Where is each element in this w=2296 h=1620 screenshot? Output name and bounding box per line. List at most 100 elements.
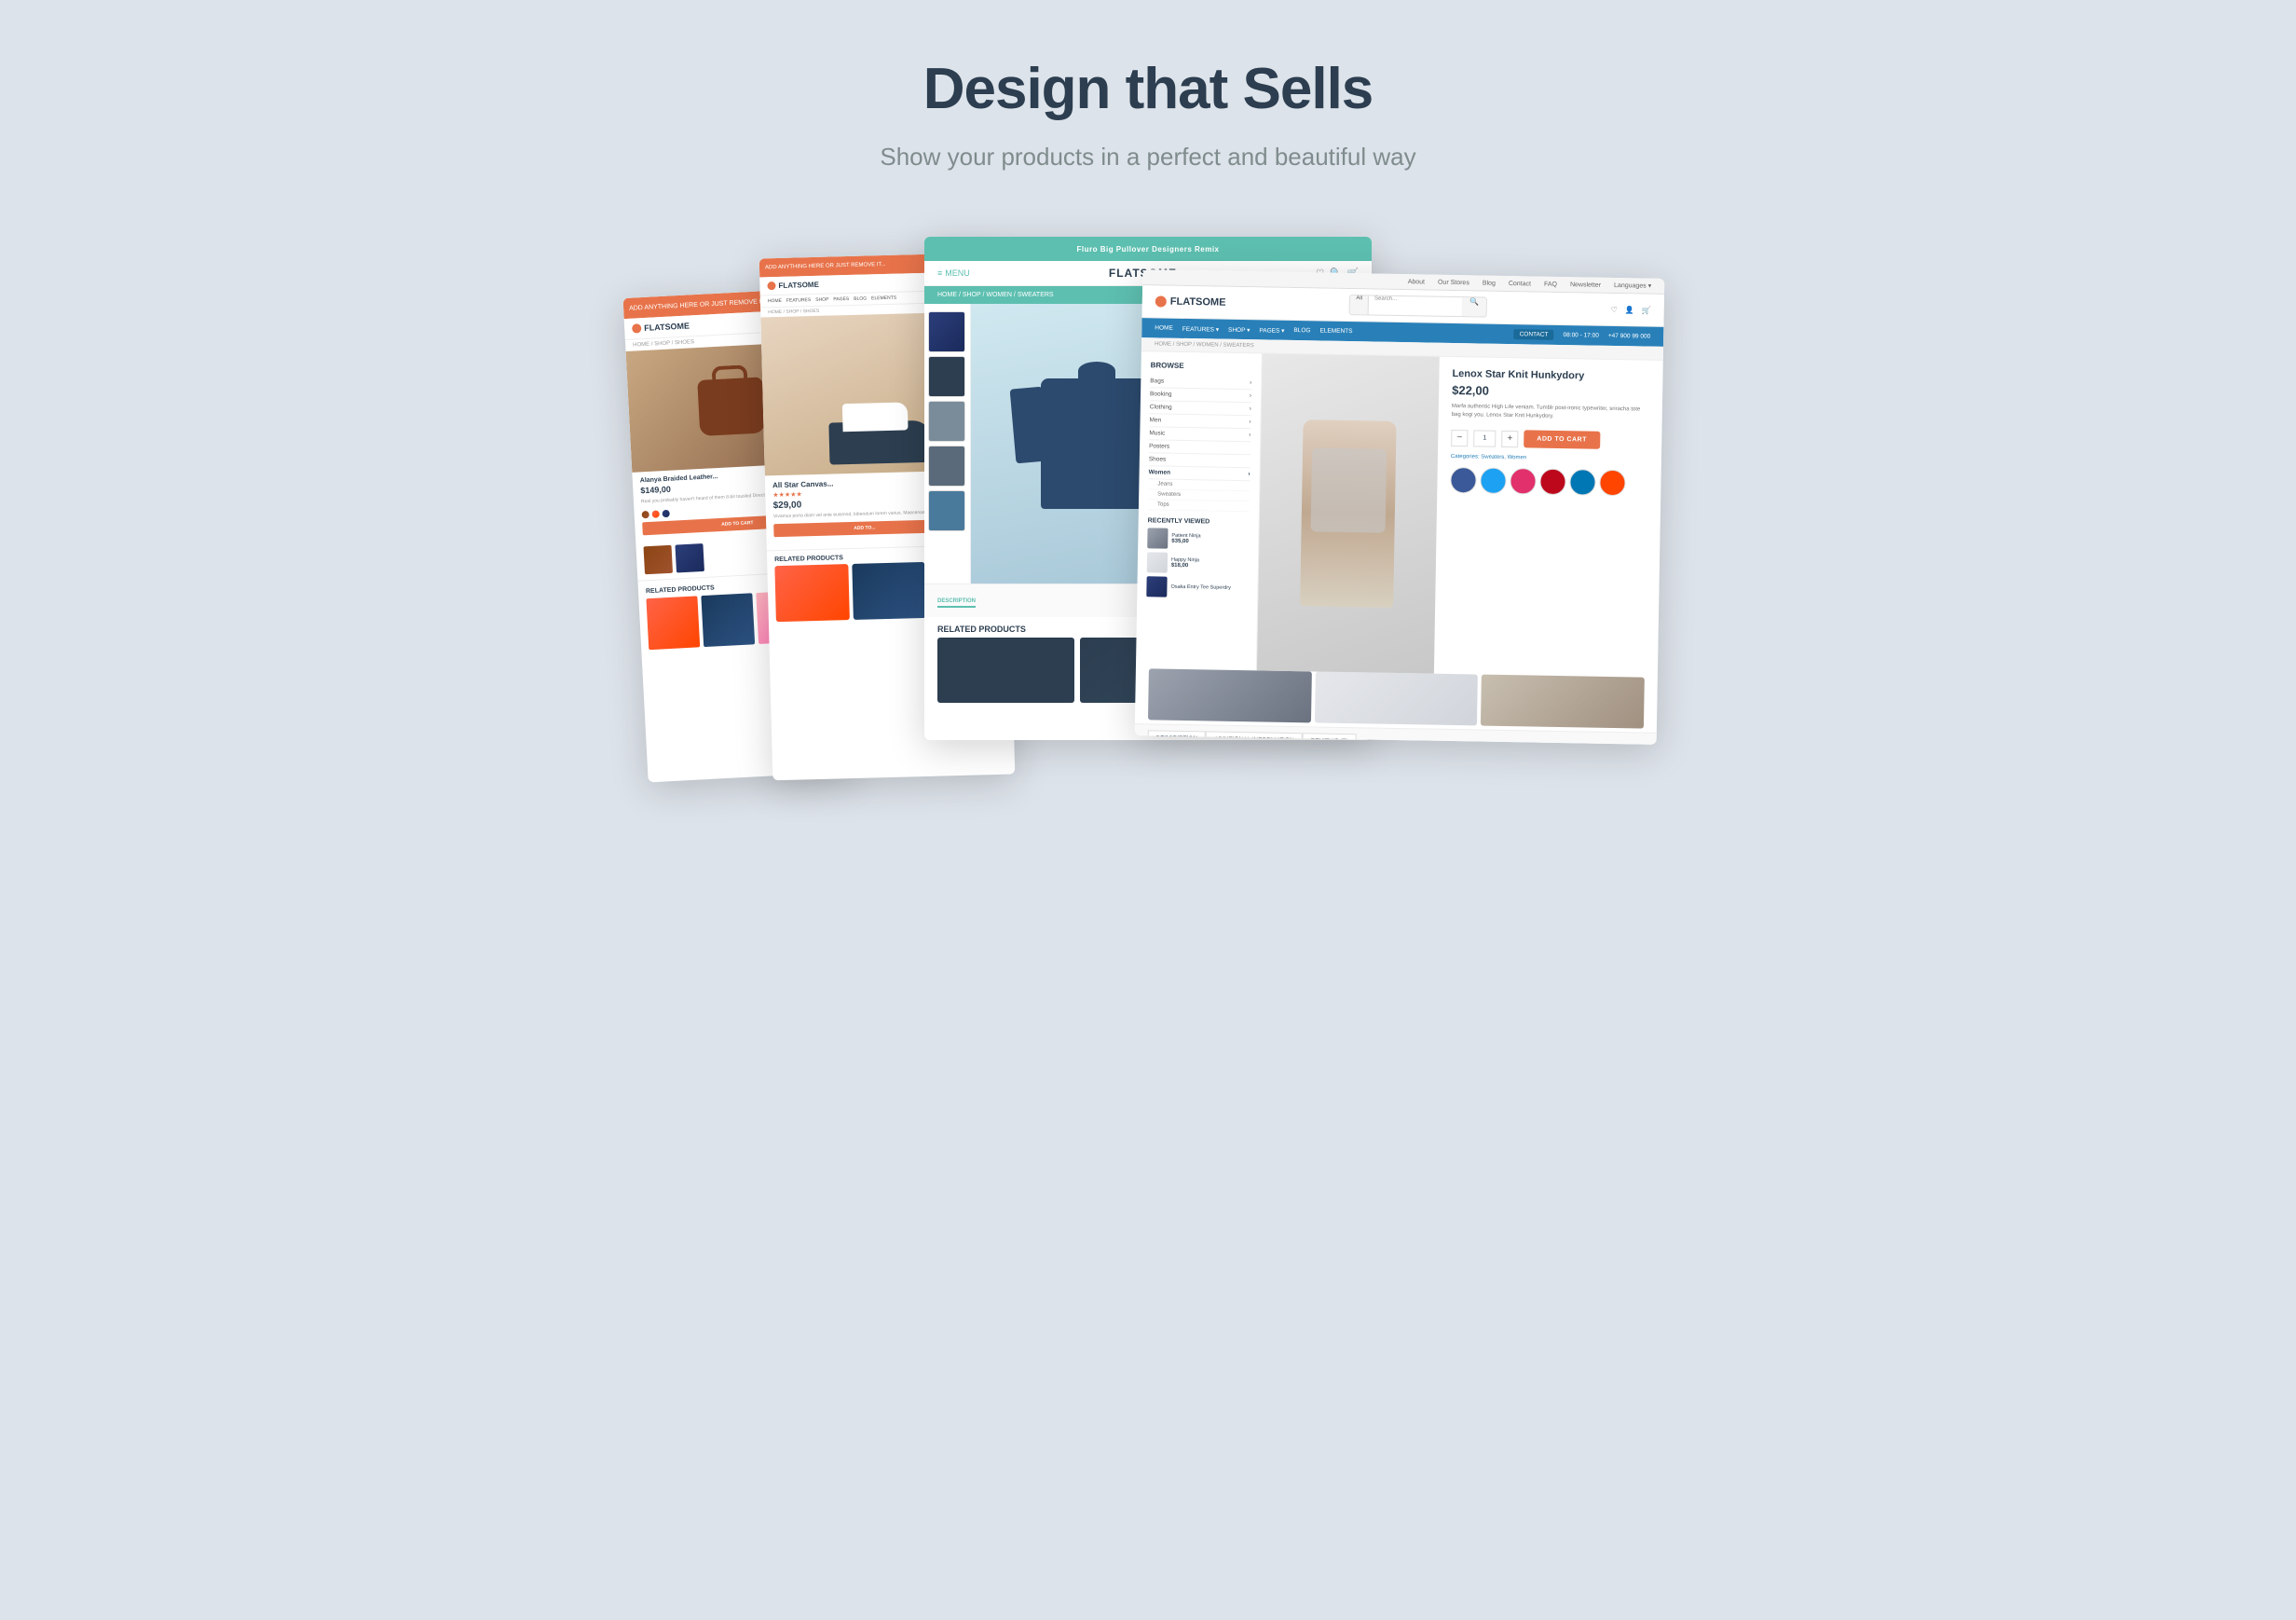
s1-related-2 — [701, 593, 755, 647]
s4-search-input[interactable]: Search... — [1369, 295, 1462, 316]
s1-thumb-1 — [644, 545, 674, 575]
s4-newsletter-link[interactable]: Newsletter — [1570, 281, 1601, 289]
s4-social-thumbs — [1450, 467, 1647, 497]
s2-logo: FLATSOME — [767, 281, 819, 290]
s4-phone: +47 900 99 000 — [1608, 333, 1650, 340]
s3-banner-text: Fluro Big Pullover Designers Remix — [1076, 245, 1219, 254]
s4-stores-link[interactable]: Our Stores — [1438, 279, 1469, 286]
s4-qty-row: − 1 + ADD TO CART — [1451, 429, 1648, 450]
s3-thumb-3[interactable] — [928, 401, 965, 442]
s3-menu-lines: ≡ — [937, 268, 942, 278]
s4-search-select[interactable]: All — [1350, 295, 1369, 314]
s4-search-button[interactable]: 🔍 — [1462, 297, 1486, 316]
s4-sweater-overlay — [1311, 447, 1387, 532]
s4-ig-icon[interactable] — [1510, 468, 1536, 494]
s3-topbar: Fluro Big Pullover Designers Remix — [924, 237, 1372, 261]
s2-topbar-text: ADD ANYTHING HERE OR JUST REMOVE IT... — [765, 262, 886, 270]
s4-cart-icon[interactable]: 🛒 — [1642, 306, 1651, 314]
s4-categories-values[interactable]: Sweaters, Women — [1481, 455, 1526, 461]
s4-languages-link[interactable]: Languages ▾ — [1614, 281, 1651, 290]
s3-menu-label: MENU — [945, 268, 970, 278]
s3-thumb-1[interactable] — [928, 311, 965, 352]
s4-model-shape — [1300, 419, 1396, 608]
s1-logo-text: FLATSOME — [644, 321, 690, 333]
s4-user-icon[interactable]: 👤 — [1625, 306, 1634, 314]
s3-thumbnails — [924, 304, 971, 583]
s4-nav-elements[interactable]: ELEMENTS — [1319, 327, 1352, 335]
s4-recent-price-2: $18,00 — [1171, 563, 1249, 570]
s4-product-price: $22,00 — [1452, 383, 1649, 401]
s4-recently-title: RECENTLY VIEWED — [1148, 517, 1250, 526]
s4-prod-img-3[interactable] — [1481, 675, 1645, 729]
s1-related-1 — [646, 596, 700, 650]
s2-nav-shop: SHOP — [815, 297, 828, 303]
s2-nav-home: HOME — [768, 298, 782, 304]
s1-color-dot-orange — [652, 510, 660, 517]
s4-search-area: All Search... 🔍 — [1349, 295, 1487, 318]
s4-nav-shop[interactable]: SHOP ▾ — [1228, 325, 1250, 333]
sidebar-subitem-tops[interactable]: Tops — [1148, 500, 1250, 512]
screens-showcase: ADD ANYTHING HERE OR JUST REMOVE IT... F… — [636, 237, 1660, 777]
s2-nav-features: FEATURES — [786, 297, 811, 304]
s4-nav-blog[interactable]: BLOG — [1293, 327, 1310, 334]
page-title: Design that Sells — [923, 56, 1374, 122]
s4-logo-text: FLATSOME — [1170, 296, 1226, 309]
s4-sidebar: BROWSE Bags› Booking› Clothing› Men› Mus… — [1136, 351, 1263, 670]
s3-thumb-4[interactable] — [928, 446, 965, 487]
s4-nav-pages[interactable]: PAGES ▾ — [1259, 326, 1284, 334]
s4-recent-info-3: Osaka Entry Tee Superdry — [1170, 584, 1248, 591]
s4-product-desc: Marfa authentic High Life veniam. Tumblr… — [1452, 403, 1649, 423]
s4-nav-home[interactable]: HOME — [1155, 324, 1173, 331]
s4-recent-info-1: Patient Ninja $35,00 — [1171, 533, 1249, 545]
s4-qty-value: 1 — [1473, 430, 1496, 446]
s1-color-dot-navy — [662, 510, 669, 517]
s1-thumb-2 — [675, 543, 704, 573]
s4-recent-img-3 — [1146, 576, 1167, 597]
s4-about-link[interactable]: About — [1408, 279, 1425, 285]
s3-desc-tab[interactable]: DESCRIPTION — [937, 598, 976, 608]
s2-logo-icon — [767, 281, 775, 290]
s4-recent-info-2: Happy Ninja $18,00 — [1171, 557, 1249, 570]
s4-prod-img-1[interactable] — [1148, 668, 1312, 722]
s3-thumb-5[interactable] — [928, 490, 965, 531]
s4-cart-icons: ♡ 👤 🛒 — [1611, 305, 1651, 314]
s4-addcart-button[interactable]: ADD TO CART — [1524, 430, 1600, 448]
s4-product-title: Lenox Star Knit Hunkydory — [1452, 368, 1649, 383]
s2-nav-elements: ELEMENTS — [871, 295, 896, 302]
s4-blog-link[interactable]: Blog — [1483, 280, 1496, 286]
s4-content: BROWSE Bags› Booking› Clothing› Men› Mus… — [1136, 351, 1663, 678]
s1-color-dot-brown — [642, 511, 649, 518]
s2-related-1 — [774, 564, 849, 622]
s2-nav-pages: PAGES — [833, 296, 849, 302]
s4-nav-features[interactable]: FEATURES ▾ — [1182, 324, 1219, 333]
s4-pi-icon[interactable] — [1539, 469, 1565, 495]
s4-rd-icon[interactable] — [1599, 470, 1625, 496]
s4-tw-icon[interactable] — [1480, 468, 1506, 494]
s4-faq-link[interactable]: FAQ — [1544, 281, 1557, 287]
s4-recent-2: Happy Ninja $18,00 — [1147, 552, 1249, 574]
s4-wishlist-icon[interactable]: ♡ — [1611, 305, 1618, 313]
s3-rel-1 — [937, 638, 1074, 703]
s4-contact-link[interactable]: Contact — [1509, 281, 1531, 287]
s4-main-product: Lenox Star Knit Hunkydory $22,00 Marfa a… — [1257, 353, 1663, 677]
s4-prod-img-2[interactable] — [1315, 671, 1479, 725]
s4-qty-plus[interactable]: + — [1501, 430, 1518, 446]
s4-product-img — [1257, 353, 1440, 673]
s4-fb-icon[interactable] — [1450, 467, 1476, 493]
s4-categories: Categories: Sweaters, Women — [1451, 454, 1648, 463]
s2-nav-blog: BLOG — [854, 295, 867, 301]
s2-related-2 — [852, 562, 926, 620]
s3-menu-icon[interactable]: ≡ MENU — [937, 268, 970, 278]
s4-browse-title: BROWSE — [1151, 361, 1252, 371]
s4-recent-name-3: Osaka Entry Tee Superdry — [1170, 584, 1248, 591]
s4-recent-price-1: $35,00 — [1171, 539, 1249, 545]
s4-recent-3: Osaka Entry Tee Superdry — [1146, 576, 1248, 598]
s4-categories-label: Categories: — [1451, 454, 1480, 460]
s3-thumb-2[interactable] — [928, 356, 965, 397]
s4-qty-minus[interactable]: − — [1451, 429, 1468, 446]
s4-recent-img-1 — [1147, 528, 1168, 548]
s4-li-icon[interactable] — [1569, 469, 1595, 495]
s4-hours: 08:00 - 17:00 — [1563, 332, 1598, 339]
s1-bag-shape — [697, 377, 765, 436]
s4-logo: FLATSOME — [1155, 295, 1226, 308]
